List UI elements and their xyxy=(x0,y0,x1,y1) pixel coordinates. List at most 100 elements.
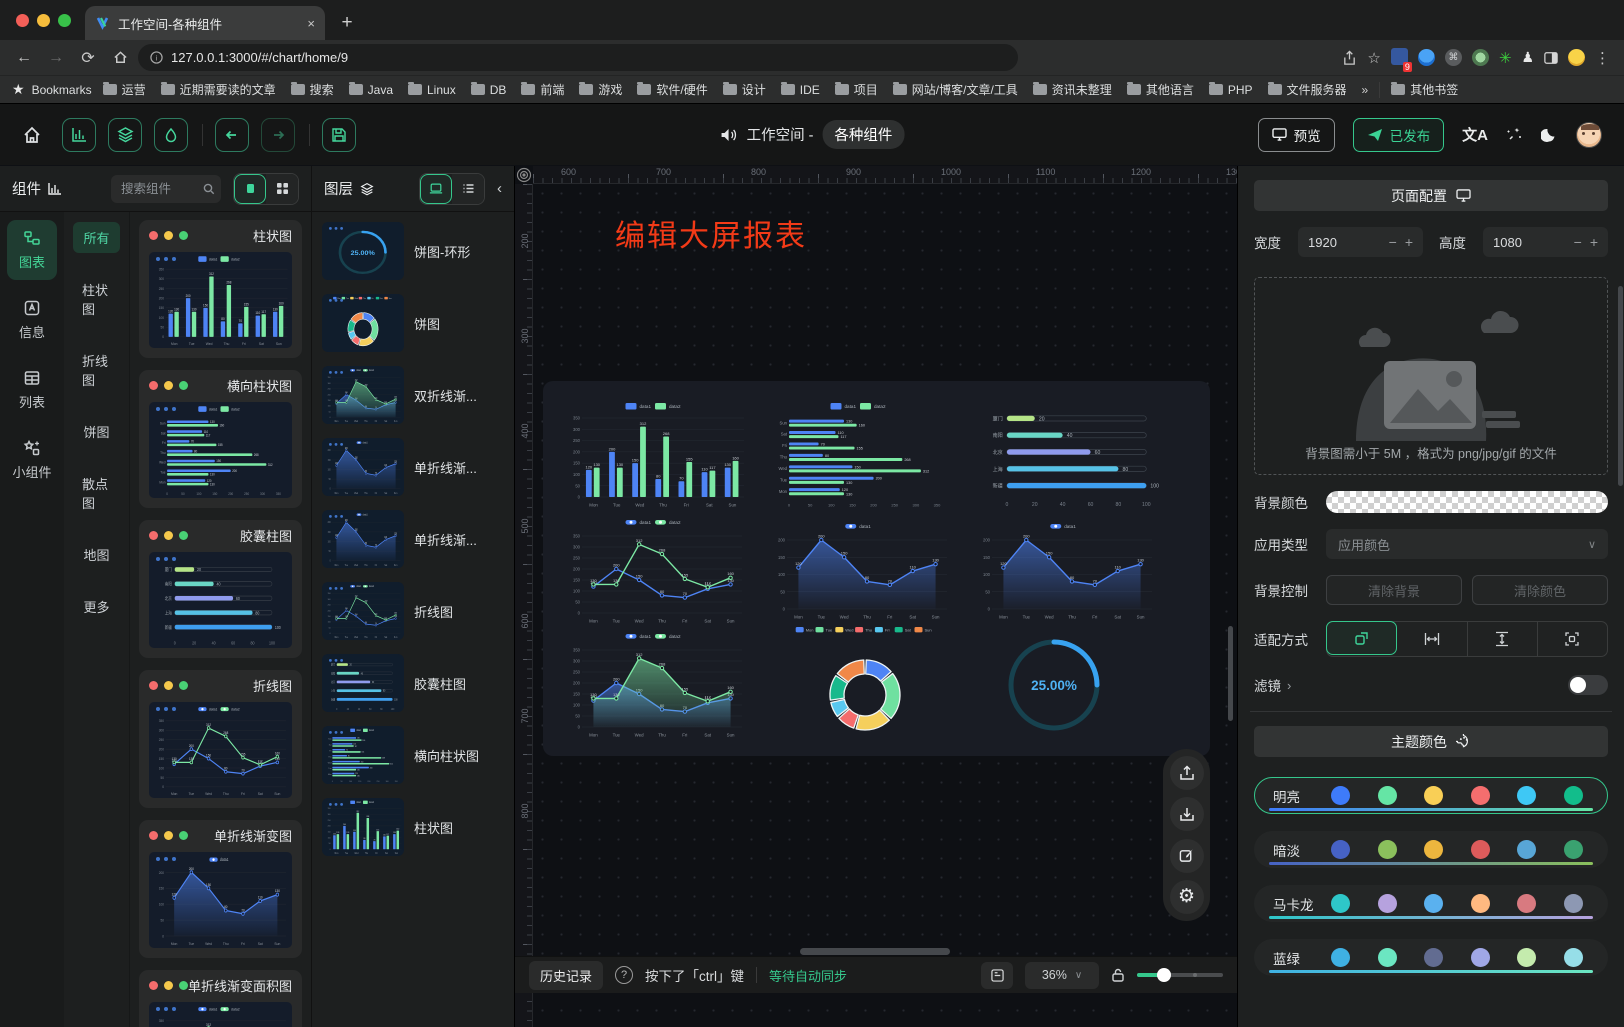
config-panel-scrollbar[interactable] xyxy=(1618,286,1623,486)
forward-icon[interactable]: → xyxy=(42,44,70,72)
ruler-eye-icon[interactable] xyxy=(516,167,532,183)
component-card[interactable]: 单折线渐变面积图050100150200250300350MonTueWedTh… xyxy=(139,970,302,1027)
canvas-chart-ring-progress[interactable]: 25.00% xyxy=(977,621,1132,743)
home-icon[interactable] xyxy=(106,44,134,72)
canvas-title-text[interactable]: 编辑大屏报表 xyxy=(615,211,807,255)
site-info-icon[interactable]: i xyxy=(150,51,163,64)
component-card-preview[interactable]: 050100150200250300350MonTueWedThuFriSatS… xyxy=(149,702,292,798)
magic-wand-icon[interactable] xyxy=(1506,126,1523,143)
component-card[interactable]: 柱状图050100150200250300350Mon120130Tue2001… xyxy=(139,220,302,358)
bookmark-item[interactable]: 文件服务器 xyxy=(1264,79,1351,100)
height-input[interactable]: 1080 − + xyxy=(1483,227,1608,257)
reload-icon[interactable]: ⟳ xyxy=(74,44,102,72)
theme-color-dot[interactable] xyxy=(1564,894,1583,913)
bookmark-item[interactable]: Java xyxy=(345,81,397,99)
theme-color-dot[interactable] xyxy=(1564,840,1583,859)
background-upload-area[interactable]: 背景图需小于 5M ，格式为 png/jpg/gif 的文件 xyxy=(1254,277,1608,475)
layer-thumbnail[interactable]: 厦门20南阳40北京60上海80新疆100020406080100 xyxy=(322,654,404,712)
bookmark-other[interactable]: 其他书签 xyxy=(1387,79,1462,100)
fit-stretch-button[interactable] xyxy=(1538,622,1607,656)
canvas-chart-horizontal-bar[interactable]: 050100150200250300350Sun130160Sat110117F… xyxy=(765,398,955,510)
width-decrement[interactable]: − xyxy=(1389,234,1397,250)
list-view-button[interactable] xyxy=(452,174,484,204)
layer-thumbnail[interactable]: 050100150200250300350Mon120130Tue200130W… xyxy=(322,798,404,856)
export-icon[interactable] xyxy=(1170,756,1204,790)
theme-color-dot[interactable] xyxy=(1471,894,1490,913)
app-home-icon[interactable] xyxy=(22,125,42,145)
url-bar[interactable]: i 127.0.0.1:3000/#/chart/home/9 xyxy=(138,44,1018,71)
bookmarks-overflow-icon[interactable]: » xyxy=(1358,83,1373,97)
horizontal-scrollbar[interactable] xyxy=(800,948,950,955)
clear-color-button[interactable]: 清除颜色 xyxy=(1472,575,1608,605)
single-column-view-button[interactable] xyxy=(234,174,266,204)
theme-row-明亮[interactable]: 明亮 xyxy=(1254,777,1608,814)
theme-color-dot[interactable] xyxy=(1517,894,1536,913)
layer-item[interactable]: 050100150200MonTueWedThuFriSatSun1202001… xyxy=(322,438,504,496)
canvas-chart-line[interactable]: 050100150200250300350MonTueWedThuFriSatS… xyxy=(560,514,750,626)
layer-item[interactable]: MonTueWedThuFriSatSun饼图 xyxy=(322,294,504,352)
workspace-name-badge[interactable]: 各种组件 xyxy=(822,120,904,149)
back-icon[interactable]: ← xyxy=(10,44,38,72)
layer-item[interactable]: 050100150200250300350MonTueWedThuFriSatS… xyxy=(322,366,504,424)
theme-color-dot[interactable] xyxy=(1424,894,1443,913)
dashboard-panel[interactable]: 050100150200250300350Mon120130Tue200130W… xyxy=(543,381,1210,756)
theme-color-dot[interactable] xyxy=(1331,786,1350,805)
bookmark-item[interactable]: 近期需要读的文章 xyxy=(157,79,280,100)
minimize-window-button[interactable] xyxy=(37,14,50,27)
sidebar-icon[interactable] xyxy=(1544,51,1558,65)
fit-width-button[interactable] xyxy=(1397,622,1467,656)
component-card[interactable]: 横向柱状图050100150200250300350Sun130160Sat11… xyxy=(139,370,302,508)
bookmark-item[interactable]: 网站/博客/文章/工具 xyxy=(889,79,1022,100)
theme-color-dot[interactable] xyxy=(1378,894,1397,913)
width-input[interactable]: 1920 − + xyxy=(1298,227,1423,257)
theme-row-暗淡[interactable]: 暗淡 xyxy=(1254,831,1608,868)
canvas-chart-dual-gradient[interactable]: 050100150200250300350MonTueWedThuFriSatS… xyxy=(560,628,750,740)
settings-gear-icon[interactable]: ⚙ xyxy=(1170,880,1204,914)
bookmark-star-icon[interactable]: ☆ xyxy=(1367,49,1380,67)
theme-color-dot[interactable] xyxy=(1378,948,1397,967)
component-card[interactable]: 单折线渐变图050100150200MonTueWedThuFriSatSun1… xyxy=(139,820,302,958)
user-avatar[interactable] xyxy=(1576,122,1602,148)
bookmark-item[interactable]: 软件/硬件 xyxy=(633,79,711,100)
theme-color-dot[interactable] xyxy=(1378,786,1397,805)
category-item[interactable]: 地图 xyxy=(73,539,119,570)
category-item[interactable]: 更多 xyxy=(73,591,119,622)
sidebar-item-1[interactable]: 图表 xyxy=(7,220,57,280)
category-item[interactable]: 散点图 xyxy=(72,468,121,518)
theme-color-dot[interactable] xyxy=(1331,948,1350,967)
category-item[interactable]: 饼图 xyxy=(73,416,119,447)
save-button[interactable] xyxy=(322,118,356,152)
layer-item[interactable]: 050100150200250300350MonTueWedThuFriSatS… xyxy=(322,582,504,640)
theme-color-dot[interactable] xyxy=(1471,840,1490,859)
extension-star-icon[interactable]: ✳ xyxy=(1499,49,1512,67)
theme-row-蓝绿[interactable]: 蓝绿 xyxy=(1254,939,1608,976)
language-icon[interactable]: 文A xyxy=(1462,124,1488,145)
category-item[interactable]: 所有 xyxy=(73,222,119,253)
chrome-menu-icon[interactable]: ⋮ xyxy=(1595,49,1610,67)
theme-color-dot[interactable] xyxy=(1564,948,1583,967)
theme-color-dot[interactable] xyxy=(1424,786,1443,805)
bookmark-item[interactable]: 前端 xyxy=(517,79,568,100)
layers-tool-button[interactable] xyxy=(108,118,142,152)
filter-toggle[interactable] xyxy=(1568,675,1608,695)
sidebar-item-3[interactable]: 列表 xyxy=(7,360,57,420)
canvas-chart-donut[interactable]: MonTueWedThuFriSatSun xyxy=(770,621,960,743)
help-icon[interactable]: ? xyxy=(615,966,633,984)
thumbnail-view-button[interactable] xyxy=(420,174,452,204)
window-controls[interactable] xyxy=(0,0,85,40)
layer-thumbnail[interactable]: 25.00% xyxy=(322,222,404,280)
category-item[interactable]: 柱状图 xyxy=(72,274,121,324)
component-card[interactable]: 折线图050100150200250300350MonTueWedThuFriS… xyxy=(139,670,302,808)
canvas-chart-capsule[interactable]: 厦门20南阳40北京60上海80新疆100020406080100 xyxy=(970,398,1175,510)
category-item[interactable]: 折线图 xyxy=(72,345,121,395)
layer-thumbnail[interactable]: 050100150200250300350MonTueWedThuFriSatS… xyxy=(322,366,404,424)
bookmark-item[interactable]: 搜索 xyxy=(287,79,338,100)
height-decrement[interactable]: − xyxy=(1574,234,1582,250)
bookmark-item[interactable]: 项目 xyxy=(831,79,882,100)
app-type-select[interactable]: 应用颜色 ∨ xyxy=(1326,529,1608,559)
bookmarks-label[interactable]: Bookmarks xyxy=(32,83,92,97)
theme-color-dot[interactable] xyxy=(1424,840,1443,859)
bookmark-item[interactable]: 运营 xyxy=(99,79,150,100)
height-increment[interactable]: + xyxy=(1590,234,1598,250)
fit-scale-button[interactable] xyxy=(1326,621,1397,655)
